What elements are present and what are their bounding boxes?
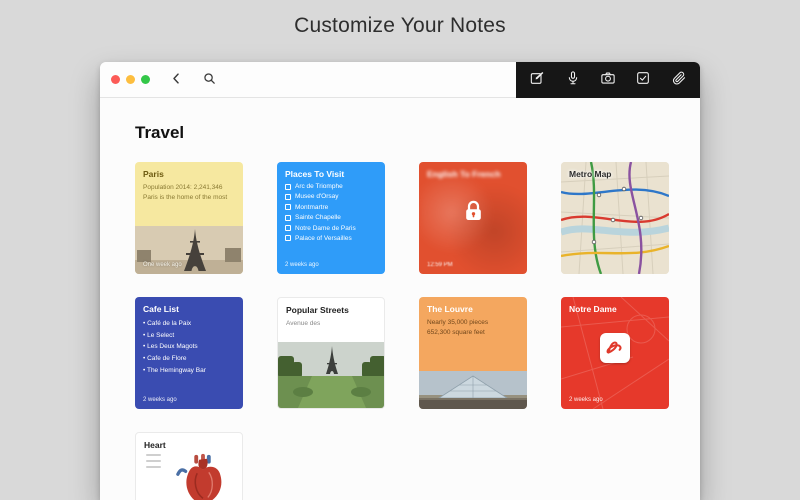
- annotation-line: [146, 466, 161, 468]
- note-title: English To French: [427, 169, 519, 179]
- checklist-label: Montmartre: [295, 204, 328, 211]
- checklist-item[interactable]: Notre Dame de Paris: [285, 225, 377, 232]
- note-title: Metro Map: [569, 169, 612, 179]
- camera-button[interactable]: [594, 66, 622, 94]
- note-actions-toolbar: [516, 62, 700, 98]
- toolbar: [100, 62, 700, 98]
- search-button[interactable]: [193, 62, 226, 97]
- checklist-label: Arc de Triomphe: [295, 183, 343, 190]
- note-card-cafe-list[interactable]: Cafe List Café de la Paix Le Select Les …: [135, 297, 243, 409]
- note-card-locked[interactable]: English To French 12:59 PM: [419, 162, 527, 274]
- checklist-label: Musee d'Orsay: [295, 193, 339, 200]
- note-title: The Louvre: [427, 304, 519, 314]
- annotation-line: [146, 460, 161, 462]
- note-card-popular-streets[interactable]: Popular Streets Avenue des: [277, 297, 385, 409]
- note-timestamp: 2 weeks ago: [143, 397, 177, 403]
- checklist-button[interactable]: [629, 66, 657, 94]
- checkbox-icon[interactable]: [285, 204, 291, 210]
- note-timestamp: One week ago: [143, 262, 182, 268]
- checklist-label: Sainte Chapelle: [295, 214, 341, 221]
- checkbox-icon[interactable]: [285, 235, 291, 241]
- attachment-button[interactable]: [665, 66, 693, 94]
- note-body-line: Paris is the home of the most: [143, 193, 235, 203]
- search-icon: [202, 71, 217, 89]
- note-body-line: Avenue des: [286, 319, 376, 329]
- annotation-line: [146, 454, 161, 456]
- note-body-line: Nearly 35,000 pieces: [427, 318, 519, 328]
- pdf-icon: [600, 333, 630, 363]
- section-title: Travel: [135, 123, 665, 143]
- garden-photo: [278, 342, 385, 408]
- compose-icon: [529, 70, 545, 89]
- list-item: Cafe de Flore: [143, 353, 235, 365]
- minimize-window-button[interactable]: [126, 75, 135, 84]
- list-item: Le Select: [143, 330, 235, 342]
- checklist-item[interactable]: Palace of Versailles: [285, 235, 377, 242]
- checkbox-icon[interactable]: [285, 225, 291, 231]
- checkbox-icon[interactable]: [285, 194, 291, 200]
- lock-icon: [419, 198, 527, 225]
- checklist-label: Notre Dame de Paris: [295, 225, 356, 232]
- note-body-line: 652,300 square feet: [427, 328, 519, 338]
- app-window: Travel Paris Population 2014: 2,241,346 …: [100, 62, 700, 500]
- note-title: Heart: [144, 440, 234, 450]
- microphone-icon: [565, 70, 581, 89]
- camera-icon: [600, 70, 616, 89]
- zoom-window-button[interactable]: [141, 75, 150, 84]
- note-title: Places To Visit: [285, 169, 377, 179]
- note-grid: Paris Population 2014: 2,241,346 Paris i…: [135, 162, 665, 500]
- note-title: Cafe List: [143, 304, 235, 314]
- checkbox-icon[interactable]: [285, 184, 291, 190]
- checklist-icon: [635, 70, 651, 89]
- list-item: Café de la Paix: [143, 318, 235, 330]
- window-controls: [100, 75, 160, 84]
- checkbox-icon[interactable]: [285, 215, 291, 221]
- note-timestamp: 12:59 PM: [427, 262, 453, 268]
- list-item: The Hemingway Bar: [143, 365, 235, 377]
- back-button[interactable]: [160, 62, 193, 97]
- checklist-item[interactable]: Montmartre: [285, 204, 377, 211]
- close-window-button[interactable]: [111, 75, 120, 84]
- note-card-heart[interactable]: Heart: [135, 432, 243, 500]
- record-audio-button[interactable]: [559, 66, 587, 94]
- note-card-paris[interactable]: Paris Population 2014: 2,241,346 Paris i…: [135, 162, 243, 274]
- attachment-icon: [671, 70, 687, 89]
- back-chevron-icon: [169, 71, 184, 89]
- checklist-item[interactable]: Musee d'Orsay: [285, 193, 377, 200]
- checklist-item[interactable]: Arc de Triomphe: [285, 183, 377, 190]
- note-timestamp: 2 weeks ago: [285, 262, 319, 268]
- page-title: Customize Your Notes: [0, 14, 800, 38]
- notes-grid-view: Travel Paris Population 2014: 2,241,346 …: [100, 98, 700, 500]
- compose-button[interactable]: [523, 66, 551, 94]
- note-card-places-to-visit[interactable]: Places To Visit Arc de Triomphe Musee d'…: [277, 162, 385, 274]
- note-title: Popular Streets: [286, 305, 376, 315]
- louvre-photo: [419, 371, 527, 409]
- note-card-metro-map[interactable]: Metro Map: [561, 162, 669, 274]
- note-card-notre-dame[interactable]: Notre Dame 2 weeks ago: [561, 297, 669, 409]
- list-item: Les Deux Magots: [143, 341, 235, 353]
- note-card-the-louvre[interactable]: The Louvre Nearly 35,000 pieces 652,300 …: [419, 297, 527, 409]
- note-timestamp: 2 weeks ago: [569, 397, 603, 403]
- note-body-line: Population 2014: 2,241,346: [143, 183, 235, 193]
- note-title: Notre Dame: [569, 304, 661, 314]
- checklist-item[interactable]: Sainte Chapelle: [285, 214, 377, 221]
- checklist-label: Palace of Versailles: [295, 235, 352, 242]
- note-title: Paris: [143, 169, 235, 179]
